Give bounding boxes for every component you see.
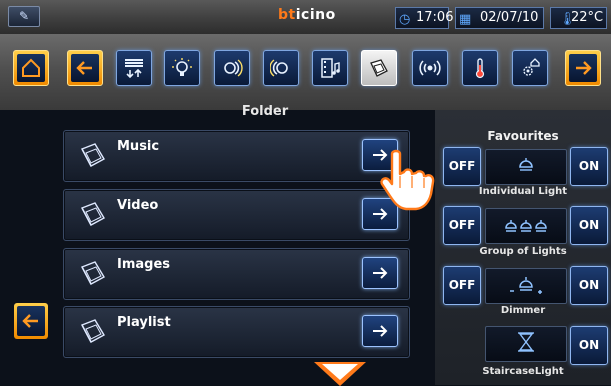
brand-logo: bticino bbox=[278, 7, 336, 23]
folder-item-label: Music bbox=[117, 139, 160, 154]
back-button[interactable] bbox=[14, 303, 48, 339]
folder-icon bbox=[81, 261, 105, 285]
shutters-button[interactable] bbox=[116, 50, 152, 86]
lamp-icon bbox=[519, 158, 533, 171]
arrow-left-icon bbox=[22, 314, 38, 328]
date-display: ▦ 02/07/10 bbox=[455, 7, 544, 29]
staircase-light-icon bbox=[518, 332, 534, 352]
dimmer-icon bbox=[510, 277, 542, 294]
time-display: ◷ 17:06 bbox=[395, 7, 453, 29]
home-icon bbox=[22, 58, 40, 77]
arrow-right-icon bbox=[576, 61, 592, 75]
scenario-modules-button[interactable] bbox=[263, 50, 299, 86]
folder-item-label: Video bbox=[117, 198, 159, 213]
shutters-icon bbox=[125, 59, 143, 79]
pencil-icon[interactable]: ✎ bbox=[8, 6, 40, 27]
house-settings-button[interactable] bbox=[512, 50, 548, 86]
calendar-icon: ▦ bbox=[459, 12, 472, 27]
folder-item-label: Playlist bbox=[117, 315, 171, 330]
film-music-icon bbox=[321, 58, 340, 78]
temperature-display: 🌡︎ 22°C bbox=[550, 7, 607, 29]
page-title: Folder bbox=[241, 104, 289, 119]
group-of-lights-display bbox=[485, 208, 567, 244]
scenario-modules-icon bbox=[270, 59, 288, 77]
group-of-lights-on-button[interactable]: ON bbox=[570, 206, 608, 245]
scenarios-button[interactable] bbox=[214, 50, 250, 86]
arrow-right-icon bbox=[373, 267, 388, 279]
audio-waves-icon bbox=[419, 60, 441, 76]
favourites-title: Favourites bbox=[487, 129, 559, 143]
dimmer-off-button[interactable]: OFF bbox=[443, 266, 481, 305]
temperature-text: 22°C bbox=[571, 10, 604, 25]
favourite-label: Group of Lights bbox=[479, 246, 567, 257]
toolbar-forward-button[interactable] bbox=[565, 50, 601, 86]
time-text: 17:06 bbox=[416, 10, 454, 25]
temperature-button[interactable] bbox=[462, 50, 498, 86]
individual-light-display bbox=[485, 149, 567, 185]
date-text: 02/07/10 bbox=[480, 10, 539, 25]
toolbar bbox=[0, 34, 611, 111]
open-folder-button[interactable] bbox=[362, 315, 398, 347]
multimedia-button[interactable] bbox=[312, 50, 348, 86]
audio-button[interactable] bbox=[412, 50, 448, 86]
folders-icon bbox=[370, 59, 388, 77]
thermometer-icon bbox=[475, 58, 485, 79]
folder-item-music[interactable]: Music bbox=[63, 130, 410, 182]
clock-icon: ◷ bbox=[399, 12, 411, 27]
home-button[interactable] bbox=[13, 50, 49, 86]
folder-icon bbox=[81, 202, 105, 226]
scroll-down-icon bbox=[322, 364, 358, 380]
arrow-right-icon bbox=[373, 325, 388, 337]
toolbar-back-button[interactable] bbox=[67, 50, 103, 86]
folder-item-video[interactable]: Video bbox=[63, 189, 410, 241]
favourite-label: Dimmer bbox=[500, 305, 546, 316]
light-bulb-icon bbox=[172, 58, 192, 76]
dimmer-on-button[interactable]: ON bbox=[570, 266, 608, 305]
open-folder-button[interactable] bbox=[362, 257, 398, 289]
staircase-light-on-button[interactable]: ON bbox=[570, 326, 608, 365]
pointer-hand-icon bbox=[380, 149, 435, 211]
folder-item-images[interactable]: Images bbox=[63, 248, 410, 300]
staircase-light-display bbox=[485, 326, 567, 362]
folder-icon bbox=[81, 319, 105, 343]
group-of-lights-off-button[interactable]: OFF bbox=[443, 206, 481, 245]
favourite-label: StaircaseLight bbox=[482, 366, 564, 377]
folders-button[interactable] bbox=[361, 50, 397, 86]
arrow-left-icon bbox=[76, 61, 92, 75]
lamp-group-icon bbox=[505, 220, 547, 232]
favourite-label: Individual Light bbox=[478, 186, 568, 197]
individual-light-on-button[interactable]: ON bbox=[570, 147, 608, 186]
lighting-button[interactable] bbox=[164, 50, 200, 86]
individual-light-off-button[interactable]: OFF bbox=[443, 147, 481, 186]
house-gear-icon bbox=[523, 58, 540, 76]
folder-item-label: Images bbox=[117, 257, 171, 272]
scenario-icon bbox=[224, 59, 243, 77]
dimmer-display bbox=[485, 268, 567, 304]
folder-icon bbox=[81, 143, 105, 167]
folder-item-playlist[interactable]: Playlist bbox=[63, 306, 410, 358]
